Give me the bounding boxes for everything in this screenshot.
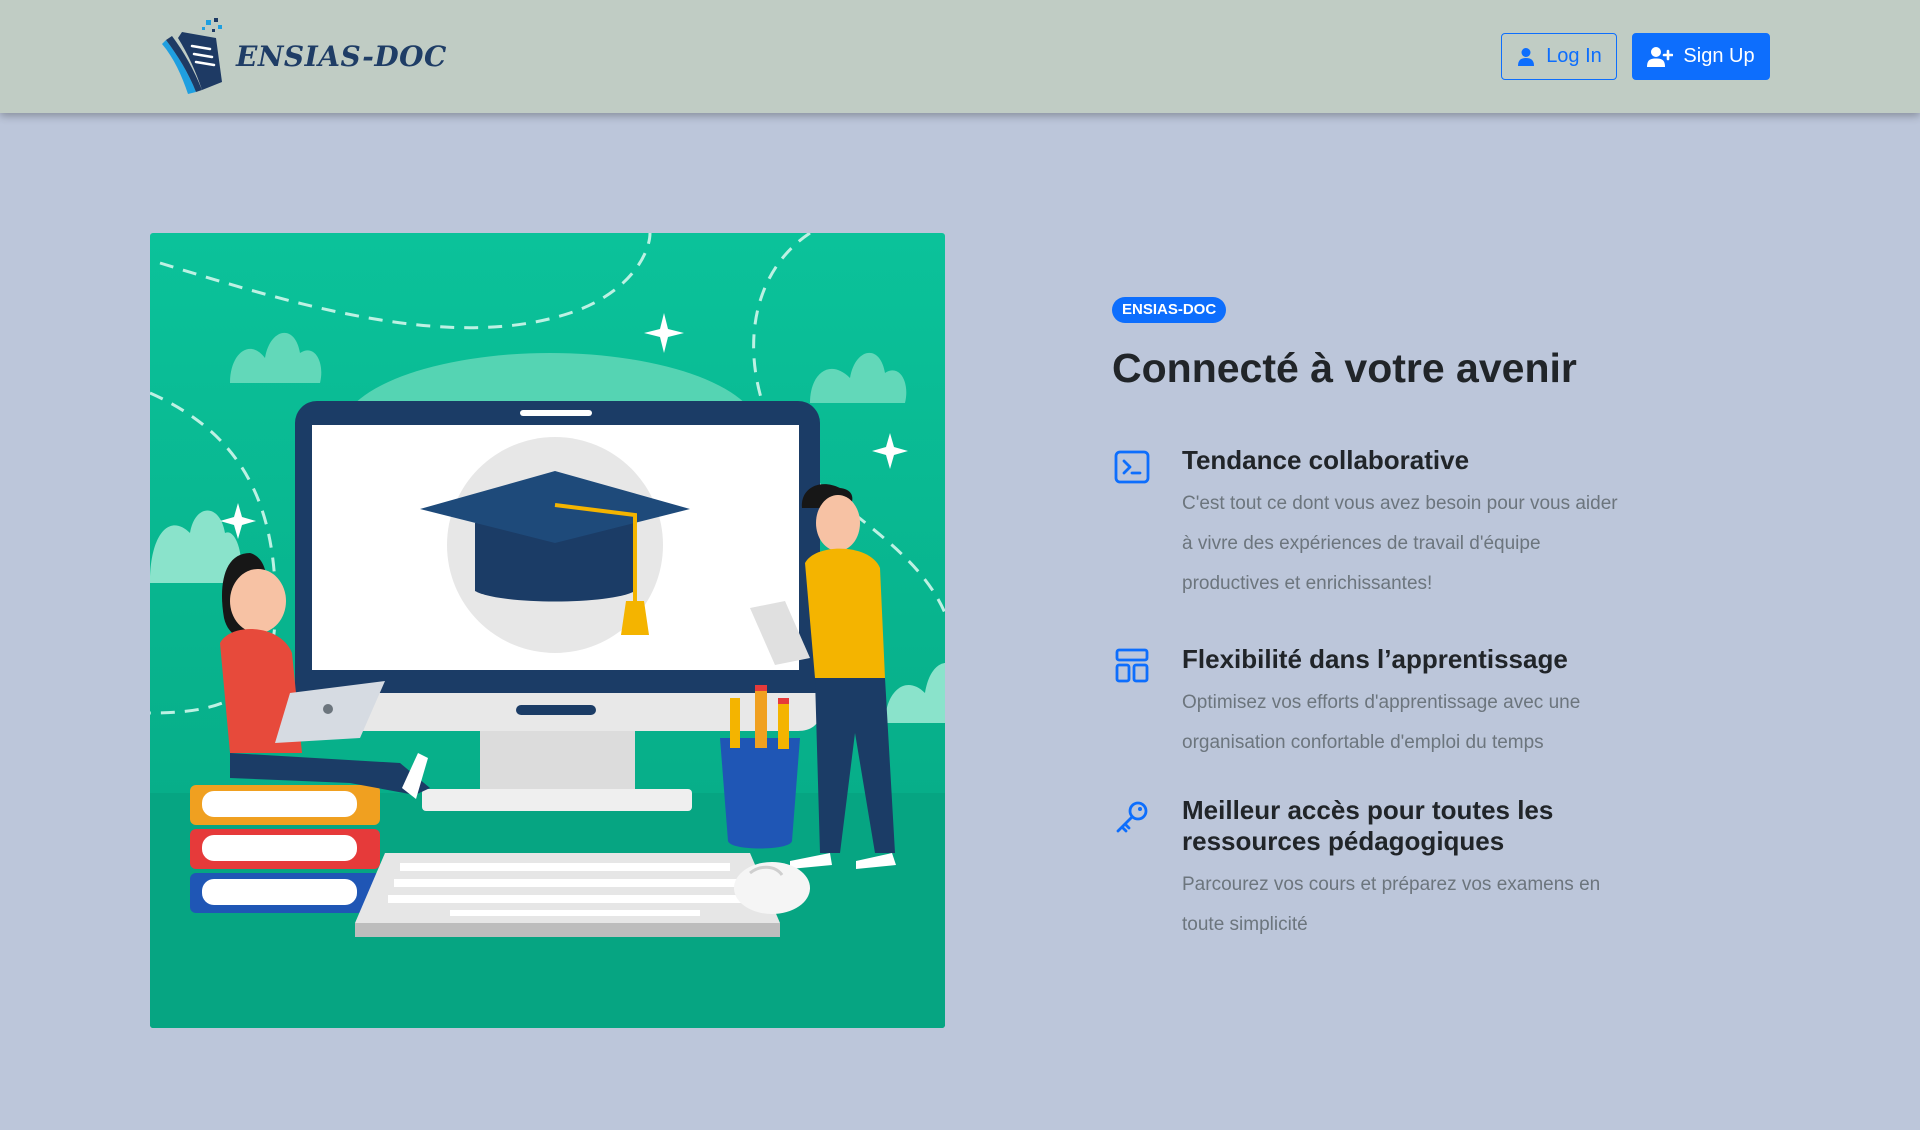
layout-icon <box>1115 648 1149 683</box>
page-title: Connecté à votre avenir <box>1112 345 1577 391</box>
feature-title: Flexibilité dans l’apprentissage <box>1182 644 1568 674</box>
hero-content: ENSIAS-DOC Connecté à votre avenir Tenda… <box>1112 297 1672 945</box>
terminal-icon <box>1114 450 1150 484</box>
user-icon <box>1518 47 1535 66</box>
signup-label: Sign Up <box>1683 45 1755 67</box>
brand-badge: ENSIAS-DOC <box>1112 297 1227 323</box>
signup-button[interactable]: Sign Up <box>1632 33 1770 80</box>
logo-book-icon <box>162 18 222 94</box>
feature-flexibility: Flexibilité dans l’apprentissage Optimis… <box>1112 644 1672 763</box>
feature-title: Tendance collaborative <box>1182 445 1470 475</box>
feature-resources: Meilleur accès pour toutes les ressource… <box>1112 795 1672 945</box>
feature-text: C'est tout ce dont vous avez besoin pour… <box>1182 493 1618 594</box>
brand-name: ENSIAS-DOC <box>236 39 447 73</box>
hero-illustration <box>150 233 945 1028</box>
brand-logo[interactable]: ENSIAS-DOC <box>158 16 447 96</box>
key-icon <box>1116 801 1148 833</box>
feature-title: Meilleur accès pour toutes les ressource… <box>1182 795 1554 856</box>
login-button[interactable]: Log In <box>1501 33 1617 80</box>
feature-collaboration: Tendance collaborative C'est tout ce don… <box>1112 445 1672 604</box>
feature-text: Parcourez vos cours et préparez vos exam… <box>1182 874 1601 935</box>
login-label: Log In <box>1546 45 1602 67</box>
user-plus-icon <box>1647 46 1674 67</box>
feature-text: Optimisez vos efforts d'apprentissage av… <box>1182 692 1581 753</box>
navbar: ENSIAS-DOC Log In Sign Up <box>0 0 1920 113</box>
